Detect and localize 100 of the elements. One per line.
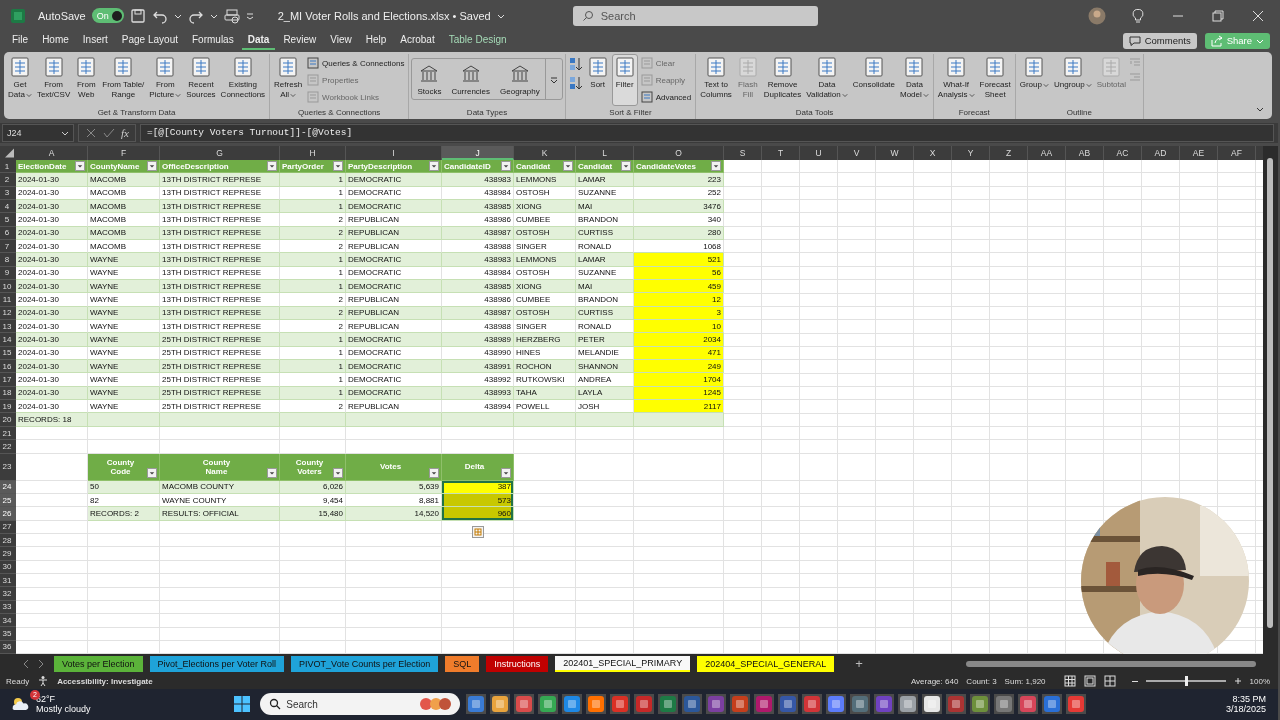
- row-header[interactable]: 17: [0, 373, 16, 387]
- ribbon-button[interactable]: Forecast Sheet: [977, 54, 1013, 107]
- row-header[interactable]: 35: [0, 627, 16, 641]
- ribbon-button[interactable]: Currencies: [446, 59, 496, 100]
- ribbon-button[interactable]: Remove Duplicates: [761, 54, 804, 107]
- sheet-tab[interactable]: 202401_SPECIAL_PRIMARY: [555, 655, 691, 672]
- sheet-tab[interactable]: PIVOT_Vote Counts per Election: [291, 655, 439, 672]
- column-header[interactable]: V: [838, 145, 876, 160]
- column-header[interactable]: AA: [1028, 145, 1066, 160]
- insert-function-button[interactable]: fx: [121, 126, 129, 139]
- column-header[interactable]: A: [16, 145, 88, 160]
- column-header[interactable]: J: [442, 145, 514, 160]
- ribbon-button[interactable]: Data Validation: [804, 54, 850, 107]
- table-cell: WAYNE: [88, 293, 160, 307]
- menu-tab[interactable]: Acrobat: [394, 31, 441, 50]
- sheet-tab[interactable]: Instructions: [486, 655, 549, 672]
- column-header: County Voters: [294, 457, 325, 476]
- column-header[interactable]: Z: [990, 145, 1028, 160]
- column-header[interactable]: K: [514, 145, 576, 160]
- ribbon-button[interactable]: Stocks: [412, 59, 447, 100]
- column-header[interactable]: X: [914, 145, 952, 160]
- column-header[interactable]: F: [88, 145, 160, 160]
- row-header[interactable]: 23: [0, 453, 16, 481]
- row-header[interactable]: 8: [0, 253, 16, 267]
- row-header[interactable]: 2: [0, 173, 16, 187]
- menu-tab[interactable]: Data: [241, 31, 276, 50]
- menu-tab[interactable]: Formulas: [186, 31, 240, 50]
- taskbar-search-field[interactable]: Search: [260, 693, 461, 716]
- accessibility-status[interactable]: Accessibility: Investigate: [57, 676, 153, 686]
- ribbon-button[interactable]: Geography: [495, 59, 545, 100]
- ribbon-button[interactable]: Refresh All: [272, 54, 305, 107]
- ribbon-button[interactable]: From Picture: [147, 54, 184, 107]
- ribbon-button[interactable]: From Table/ Range: [100, 54, 147, 107]
- new-sheet-button[interactable]: +: [851, 656, 867, 672]
- row-header[interactable]: 20: [0, 413, 16, 427]
- row-header[interactable]: 11: [0, 293, 16, 307]
- sheet-tab[interactable]: Votes per Election: [54, 655, 143, 672]
- row-header[interactable]: 19: [0, 400, 16, 414]
- zoom-level[interactable]: 100%: [1249, 676, 1270, 686]
- menu-tab[interactable]: Insert: [76, 31, 114, 50]
- ribbon-button[interactable]: Advanced: [638, 90, 694, 105]
- comments-button[interactable]: Comments: [1122, 32, 1197, 49]
- document-title[interactable]: 2_MI Voter Rolls and Elections.xlsx • Saved: [277, 9, 491, 22]
- menu-tab[interactable]: Help: [359, 31, 393, 50]
- ribbon-button[interactable]: Text to Columns: [698, 54, 734, 107]
- ribbon-button[interactable]: Get Data: [6, 54, 34, 107]
- sheet-tab[interactable]: Pivot_Elections per Voter Roll: [149, 655, 285, 672]
- table-cell: 438992: [442, 373, 514, 387]
- column-header[interactable]: H: [280, 145, 346, 160]
- row-header[interactable]: 22: [0, 440, 16, 454]
- formula-field[interactable]: =[@[County Voters Turnout]]-[@Votes]: [139, 123, 1274, 142]
- row-header[interactable]: 7: [0, 240, 16, 254]
- ribbon-button[interactable]: Sort: [584, 54, 611, 107]
- ribbon-button[interactable]: Ungroup: [1051, 54, 1094, 107]
- column-header[interactable]: AF: [1218, 145, 1256, 160]
- search-field[interactable]: Search: [572, 5, 818, 26]
- ribbon-button[interactable]: Recent Sources: [184, 54, 218, 107]
- menu-tab[interactable]: File: [6, 31, 35, 50]
- sheet-tab[interactable]: SQL: [445, 655, 480, 672]
- column-header[interactable]: Y: [952, 145, 990, 160]
- ribbon-button[interactable]: Data Model: [898, 54, 931, 107]
- table-cell: 25TH DISTRICT REPRESE: [160, 373, 280, 387]
- column-header[interactable]: AD: [1142, 145, 1180, 160]
- menu-tab[interactable]: Home: [36, 31, 75, 50]
- column-header[interactable]: U: [800, 145, 838, 160]
- column-header[interactable]: AC: [1104, 145, 1142, 160]
- menu-tab[interactable]: Review: [277, 31, 323, 50]
- menu-tab[interactable]: Page Layout: [115, 31, 184, 50]
- row-header[interactable]: 29: [0, 547, 16, 561]
- name-box[interactable]: J24: [2, 123, 74, 142]
- column-header[interactable]: G: [160, 145, 280, 160]
- row-header[interactable]: 13: [0, 320, 16, 334]
- row-header[interactable]: 16: [0, 360, 16, 374]
- ribbon-button[interactable]: Queries & Connections: [305, 56, 407, 71]
- column-header[interactable]: AB: [1066, 145, 1104, 160]
- column-header[interactable]: L: [576, 145, 634, 160]
- sheet-tab[interactable]: 202404_SPECIAL_GENERAL: [697, 655, 835, 672]
- ribbon-button[interactable]: What-If Analysis: [935, 54, 977, 107]
- column-header[interactable]: S: [724, 145, 762, 160]
- ribbon-button[interactable]: Group: [1017, 54, 1051, 107]
- row-header[interactable]: 5: [0, 213, 16, 227]
- column-header[interactable]: T: [762, 145, 800, 160]
- ribbon-button[interactable]: Existing Connections: [218, 54, 268, 107]
- row-header[interactable]: 14: [0, 333, 16, 347]
- ribbon-button[interactable]: Consolidate: [850, 54, 897, 107]
- row-header[interactable]: 32: [0, 587, 16, 601]
- column-header[interactable]: W: [876, 145, 914, 160]
- menu-tab[interactable]: Table Design: [442, 31, 513, 50]
- ribbon-button[interactable]: From Web: [73, 54, 100, 107]
- ribbon-button[interactable]: From Text/CSV: [34, 54, 73, 107]
- clock-date[interactable]: 3/18/2025: [1225, 704, 1266, 715]
- row-header[interactable]: 26: [0, 507, 16, 521]
- column-header[interactable]: AE: [1180, 145, 1218, 160]
- column-header[interactable]: O: [634, 145, 724, 160]
- ribbon-button[interactable]: Filter: [611, 54, 638, 107]
- table-cell: ROCHON: [514, 360, 576, 374]
- row-header[interactable]: 10: [0, 280, 16, 294]
- clock-time[interactable]: 8:35 PM: [1232, 694, 1266, 705]
- table-cell: 1: [280, 373, 346, 387]
- menu-tab[interactable]: View: [324, 31, 358, 50]
